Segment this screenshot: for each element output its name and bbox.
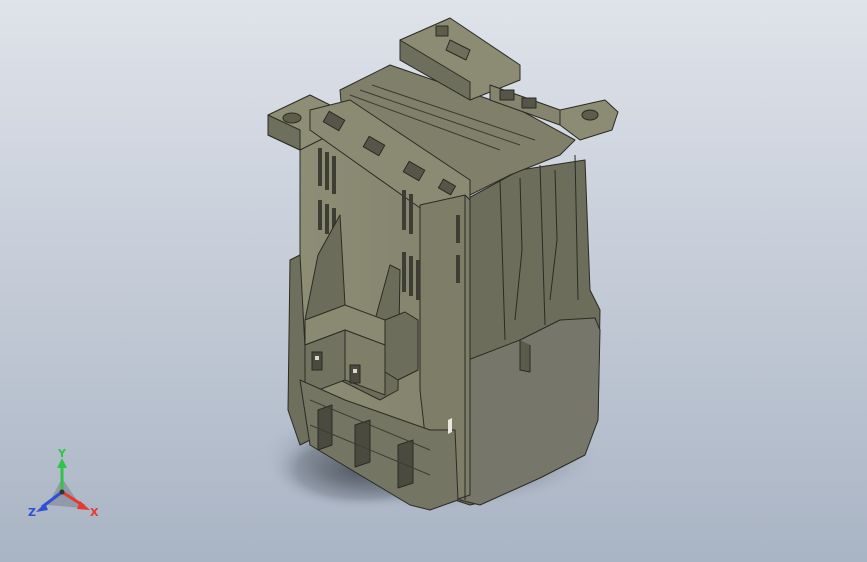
- vent-slot: [456, 215, 460, 243]
- aux-block: [384, 311, 419, 381]
- screw-slot-1: [311, 351, 323, 371]
- bottom-terminal-2: [354, 419, 371, 468]
- vent-slot: [325, 204, 329, 234]
- left-mount-hole: [282, 112, 302, 124]
- vent-slot: [402, 252, 406, 292]
- bottom-terminal-3: [397, 439, 414, 489]
- viewport-canvas[interactable]: Y X Z: [0, 0, 867, 562]
- right-mount-hole: [581, 109, 599, 121]
- vent-slot: [409, 256, 413, 296]
- vent-slot: [416, 260, 420, 300]
- highlight-mark: [448, 418, 452, 434]
- vent-slot: [402, 190, 406, 230]
- screw-slot-2: [349, 364, 361, 384]
- rear-terminal-1: [499, 89, 515, 101]
- bottom-terminal-1: [317, 404, 333, 451]
- rear-terminal-2: [521, 97, 537, 109]
- screw-head-2: [353, 369, 357, 373]
- z-axis-label: Z: [28, 506, 36, 519]
- y-axis-label: Y: [57, 447, 67, 460]
- vent-slot: [409, 194, 413, 234]
- coil-slot: [519, 340, 531, 373]
- graphics-viewport[interactable]: Y X Z: [0, 0, 867, 562]
- vent-slot: [318, 148, 322, 186]
- x-axis-label: X: [90, 506, 99, 519]
- triad-origin: [59, 489, 65, 495]
- rear-screw-hole: [435, 25, 449, 37]
- vent-slot: [318, 200, 322, 230]
- screw-head-1: [315, 356, 319, 360]
- vent-slot: [456, 255, 460, 283]
- vent-slot: [325, 152, 329, 190]
- vent-slot: [332, 156, 336, 194]
